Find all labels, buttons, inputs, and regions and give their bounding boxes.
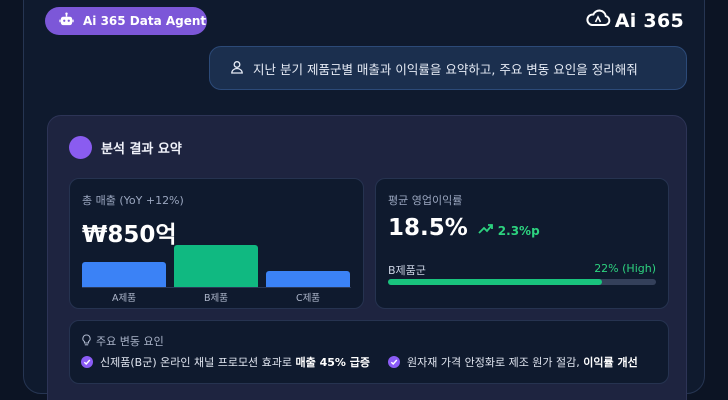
- result-card: 분석 결과 요약 총 매출 (YoY +12%) ₩850억 A제품 B제품 C제품…: [47, 115, 687, 400]
- factor-highlight: 이익률 개선: [583, 356, 638, 369]
- margin-progress-fill: [388, 279, 603, 285]
- result-header: 분석 결과 요약: [69, 136, 182, 159]
- user-prompt-bubble: 지난 분기 제품군별 매출과 이익률을 요약하고, 주요 변동 요인을 정리해줘: [209, 46, 687, 90]
- brand-name: Ai 365: [614, 9, 684, 32]
- margin-bar-value: 22% (High): [594, 262, 656, 275]
- factor-item: 신제품(B군) 온라인 채널 프로모션 효과로 매출 45% 급증: [81, 354, 370, 370]
- sales-bar: [174, 245, 258, 287]
- lightbulb-icon: [81, 333, 92, 349]
- robot-icon: [59, 12, 74, 30]
- factor-item: 원자재 가격 안정화로 제조 원가 절감, 이익률 개선: [388, 354, 638, 370]
- factors-title-row: 주요 변동 요인: [81, 333, 164, 349]
- factor-text: 신제품(B군) 온라인 채널 프로모션 효과로: [100, 356, 296, 369]
- margin-change-value: 2.3%p: [497, 223, 540, 238]
- cloud-logo-icon: [585, 8, 611, 33]
- margin-change: 2.3%p: [478, 223, 540, 238]
- margin-label: 평균 영업이익률: [388, 194, 463, 207]
- margin-panel: 평균 영업이익률 18.5% 2.3%p B제품군 22% (High): [375, 178, 669, 309]
- check-icon: [388, 356, 400, 368]
- sales-bar-label: A제품: [112, 293, 136, 304]
- brand-logo: Ai 365: [585, 8, 684, 33]
- agent-badge[interactable]: Ai 365 Data Agent: [45, 7, 207, 35]
- sales-panel: 총 매출 (YoY +12%) ₩850억 A제품 B제품 C제품: [69, 178, 364, 309]
- sales-value: ₩850억: [82, 222, 177, 248]
- result-title: 분석 결과 요약: [101, 142, 182, 157]
- factor-highlight: 매출 45% 급증: [295, 356, 370, 369]
- sales-bar-label: B제품: [204, 293, 228, 304]
- margin-progress-track: [388, 279, 656, 285]
- agent-label: Ai 365 Data Agent: [83, 14, 207, 28]
- sales-bar: [82, 262, 166, 287]
- factor-text: 원자재 가격 안정화로 제조 원가 절감,: [407, 356, 584, 369]
- margin-value: 18.5%: [388, 215, 468, 241]
- user-icon: [230, 60, 244, 77]
- prompt-text: 지난 분기 제품군별 매출과 이익률을 요약하고, 주요 변동 요인을 정리해줘: [253, 61, 638, 77]
- sales-chart-baseline: [82, 287, 351, 288]
- margin-bar-label: B제품군: [388, 264, 426, 277]
- factors-panel: 주요 변동 요인 신제품(B군) 온라인 채널 프로모션 효과로 매출 45% …: [69, 320, 669, 384]
- sales-bar: [266, 271, 350, 287]
- check-icon: [81, 356, 93, 368]
- factors-title: 주요 변동 요인: [96, 335, 164, 348]
- sales-label: 총 매출 (YoY +12%): [82, 194, 184, 207]
- trend-up-icon: [478, 223, 494, 238]
- result-avatar: [69, 136, 92, 159]
- sales-bar-label: C제품: [295, 293, 321, 304]
